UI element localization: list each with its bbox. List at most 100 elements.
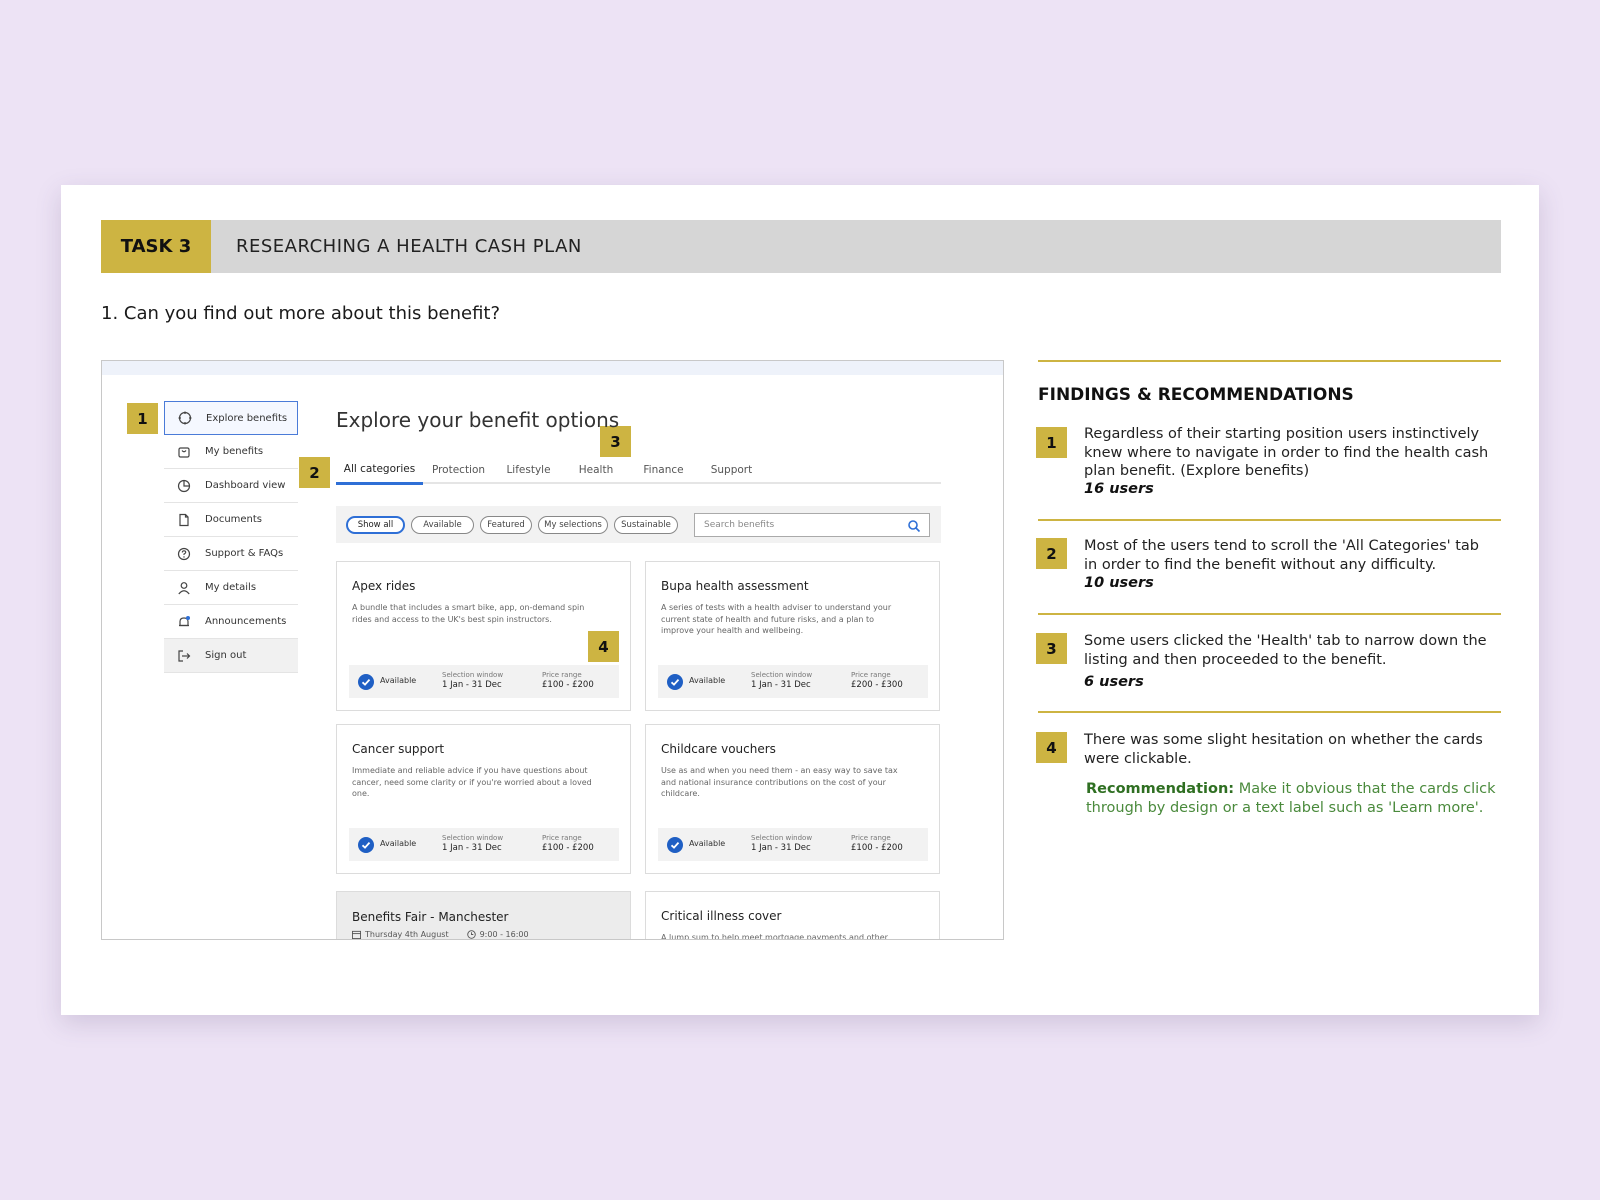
selection-window-label: Selection window xyxy=(751,671,813,679)
clock-icon xyxy=(466,930,476,939)
calendar-icon xyxy=(352,930,361,939)
benefit-card-cancer-support[interactable]: Cancer support Immediate and reliable ad… xyxy=(336,724,631,874)
finding-divider-2 xyxy=(1038,613,1501,615)
selection-window-value: 1 Jan - 31 Dec xyxy=(751,680,811,690)
sidebar-item-label: Support & FAQs xyxy=(205,548,284,559)
sign-out-icon xyxy=(176,648,192,664)
filter-available[interactable]: Available xyxy=(411,516,474,534)
recommendation: Recommendation: Make it obvious that the… xyxy=(1086,780,1496,817)
card-description: Use as and when you need them - an easy … xyxy=(661,766,898,798)
finding-text-2: Most of the users tend to scroll the 'Al… xyxy=(1084,538,1479,573)
side-navigation: Explore benefits My benefits Dashboard v… xyxy=(164,401,298,673)
sidebar-item-label: My details xyxy=(205,582,257,593)
finding-users-2: 10 users xyxy=(1084,575,1154,591)
help-icon xyxy=(176,546,192,562)
card-description: A bundle that includes a smart bike, app… xyxy=(352,603,585,624)
sidebar-item-support-faqs[interactable]: Support & FAQs xyxy=(164,537,298,571)
selection-window: Selection window 1 Jan - 31 Dec xyxy=(751,834,812,853)
search-input[interactable]: Search benefits xyxy=(694,513,930,537)
price-range-value: £100 - £200 xyxy=(542,843,594,853)
price-range-label: Price range xyxy=(851,671,891,679)
sidebar-item-my-benefits[interactable]: My benefits xyxy=(164,435,298,469)
selection-window-label: Selection window xyxy=(442,671,504,679)
event-meta: Thursday 4th August 9:00 - 16:00 xyxy=(352,930,529,939)
sidebar-item-dashboard-view[interactable]: Dashboard view xyxy=(164,469,298,503)
card-title: Critical illness cover xyxy=(661,909,782,923)
search-icon[interactable] xyxy=(907,519,921,533)
finding-text-4: There was some slight hesitation on whet… xyxy=(1084,732,1483,767)
question: 1. Can you find out more about this bene… xyxy=(101,303,501,324)
price-range: Price range £100 - £200 xyxy=(542,671,594,690)
filter-my-selections[interactable]: My selections xyxy=(538,516,608,534)
event-card-benefits-fair[interactable]: Benefits Fair - Manchester Thursday 4th … xyxy=(336,891,631,939)
finding-divider-1 xyxy=(1038,519,1501,521)
benefit-card-apex-rides[interactable]: Apex rides A bundle that includes a smar… xyxy=(336,561,631,711)
sidebar-item-announcements[interactable]: Announcements xyxy=(164,605,298,639)
tab-health[interactable]: Health xyxy=(571,456,621,484)
check-circle-icon xyxy=(667,837,683,853)
sidebar-item-documents[interactable]: Documents xyxy=(164,503,298,537)
annotation-badge-1: 1 xyxy=(127,403,158,434)
card-title: Childcare vouchers xyxy=(661,742,776,756)
findings-top-divider xyxy=(1038,360,1501,362)
sidebar-item-label: Documents xyxy=(205,514,263,525)
search-placeholder: Search benefits xyxy=(704,520,775,530)
card-title: Cancer support xyxy=(352,742,445,756)
filter-featured[interactable]: Featured xyxy=(480,516,532,534)
availability-status: Available xyxy=(380,676,417,685)
filter-show-all[interactable]: Show all xyxy=(346,516,405,534)
tab-all-categories[interactable]: All categories xyxy=(336,456,423,485)
sidebar-item-explore-benefits[interactable]: Explore benefits xyxy=(164,401,298,435)
benefit-card-childcare-vouchers[interactable]: Childcare vouchers Use as and when you n… xyxy=(645,724,940,874)
price-range-value: £200 - £300 xyxy=(851,680,903,690)
findings-heading: FINDINGS & RECOMMENDATIONS xyxy=(1038,385,1354,405)
price-range-label: Price range xyxy=(851,834,891,842)
card-footer: Available Selection window 1 Jan - 31 Dec… xyxy=(658,828,928,861)
finding-divider-3 xyxy=(1038,711,1501,713)
price-range-value: £100 - £200 xyxy=(851,843,903,853)
event-time: 9:00 - 16:00 xyxy=(479,930,529,939)
sidebar-item-label: Explore benefits xyxy=(206,412,288,424)
finding-users-3: 6 users xyxy=(1084,674,1144,690)
tab-lifestyle[interactable]: Lifestyle xyxy=(501,456,556,484)
selection-window-label: Selection window xyxy=(751,834,813,842)
price-range: Price range £200 - £300 xyxy=(851,671,903,690)
card-title: Apex rides xyxy=(352,579,416,593)
price-range-label: Price range xyxy=(542,671,582,679)
sidebar-item-label: Dashboard view xyxy=(205,480,286,491)
tab-finance[interactable]: Finance xyxy=(636,456,691,484)
sidebar-item-label: My benefits xyxy=(205,446,264,457)
benefit-card-bupa-health-assessment[interactable]: Bupa health assessment A series of tests… xyxy=(645,561,940,711)
benefit-card-critical-illness-cover[interactable]: Critical illness cover A lump sum to hel… xyxy=(645,891,940,940)
user-icon xyxy=(176,580,192,596)
tab-support[interactable]: Support xyxy=(704,456,759,484)
card-footer: Available Selection window 1 Jan - 31 Dec… xyxy=(658,665,928,698)
selection-window-value: 1 Jan - 31 Dec xyxy=(751,843,811,853)
price-range-label: Price range xyxy=(542,834,582,842)
selection-window-value: 1 Jan - 31 Dec xyxy=(442,680,502,690)
availability-status: Available xyxy=(380,839,417,848)
sidebar-item-label: Sign out xyxy=(205,650,247,661)
recommendation-label: Recommendation: xyxy=(1086,781,1235,797)
sidebar-item-label: Announcements xyxy=(205,616,287,627)
filter-bar: Show all Available Featured My selection… xyxy=(336,506,941,543)
sidebar-item-sign-out[interactable]: Sign out xyxy=(164,639,298,673)
sidebar-item-my-details[interactable]: My details xyxy=(164,571,298,605)
card-description: A lump sum to help meet mortgage payment… xyxy=(661,933,888,940)
selection-window: Selection window 1 Jan - 31 Dec xyxy=(751,671,812,690)
filter-sustainable[interactable]: Sustainable xyxy=(614,516,678,534)
task-title: RESEARCHING A HEALTH CASH PLAN xyxy=(236,236,582,257)
annotation-badge-4: 4 xyxy=(588,631,619,662)
category-tabs: All categories Protection Lifestyle Heal… xyxy=(336,456,941,485)
card-footer: Available Selection window 1 Jan - 31 Dec… xyxy=(349,665,619,698)
tab-protection[interactable]: Protection xyxy=(426,456,491,484)
card-description: Immediate and reliable advice if you hav… xyxy=(352,766,592,798)
document-icon xyxy=(176,512,192,528)
finding-text-1: Regardless of their starting position us… xyxy=(1084,426,1489,479)
card-title: Bupa health assessment xyxy=(661,579,809,593)
finding-users-1: 16 users xyxy=(1084,481,1154,497)
check-circle-icon xyxy=(358,837,374,853)
availability-status: Available xyxy=(689,676,726,685)
finding-text-3: Some users clicked the 'Health' tab to n… xyxy=(1084,633,1487,668)
price-range-value: £100 - £200 xyxy=(542,680,594,690)
